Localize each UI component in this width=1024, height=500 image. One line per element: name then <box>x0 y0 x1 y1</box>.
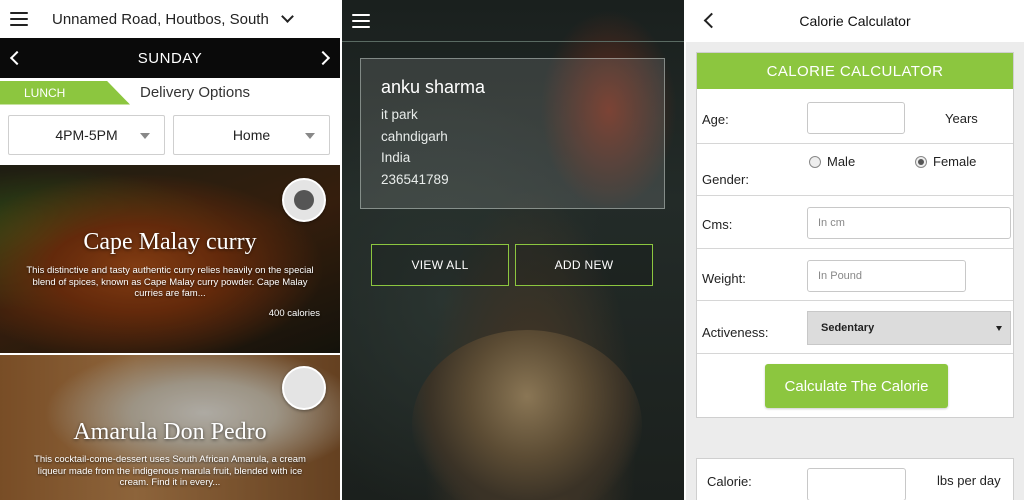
address-line: it park <box>381 107 418 122</box>
dropdown-icon <box>996 326 1002 331</box>
button-row: Calculate The Calorie <box>697 354 1013 420</box>
meal-tag[interactable]: LUNCH <box>0 80 130 105</box>
cms-label: Cms: <box>702 217 733 232</box>
weight-row: Weight: In Pound <box>697 249 1013 301</box>
calorie-unit: lbs per day <box>937 473 1001 488</box>
chevron-down-icon[interactable] <box>280 10 294 23</box>
food-card[interactable]: Cape Malay curry This distinctive and ta… <box>0 165 340 353</box>
food-title: Cape Malay curry <box>83 229 257 255</box>
gender-male-radio[interactable]: Male <box>809 154 855 169</box>
address-screen: anku sharma it park cahndigarh India 236… <box>342 0 684 500</box>
female-label: Female <box>933 154 977 169</box>
food-calories: 400 calories <box>268 308 320 319</box>
activeness-value: Sedentary <box>821 322 875 334</box>
height-row: Cms: In cm <box>697 196 1013 249</box>
result-row: Calorie: lbs per day <box>696 458 1014 500</box>
menu-icon[interactable] <box>10 12 28 26</box>
delivery-selects: 4PM-5PM Home <box>0 106 340 155</box>
address-line: 236541789 <box>381 171 449 187</box>
view-all-button[interactable]: VIEW ALL <box>371 244 509 286</box>
header: Calorie Calculator <box>686 0 1024 42</box>
time-slot-select[interactable]: 4PM-5PM <box>8 115 165 155</box>
address-line: India <box>381 150 411 165</box>
dropdown-icon <box>305 133 315 139</box>
food-title: Amarula Don Pedro <box>73 419 267 445</box>
radio-checked-icon <box>915 155 927 168</box>
top-bar <box>342 0 684 42</box>
delivery-place-value: Home <box>232 127 271 143</box>
gender-female-radio[interactable]: Female <box>915 154 976 169</box>
card-header: CALORIE CALCULATOR <box>697 53 1013 89</box>
chevron-left-icon[interactable] <box>9 50 25 66</box>
chevron-right-icon[interactable] <box>315 50 331 66</box>
food-description: This distinctive and tasty authentic cur… <box>26 265 314 299</box>
menu-screen: Unnamed Road, Houtbos, South SUNDAY LUNC… <box>0 0 340 500</box>
food-description: This cocktail-come-dessert uses South Af… <box>34 454 306 488</box>
add-new-button[interactable]: ADD NEW <box>515 244 653 286</box>
food-card[interactable]: Amarula Don Pedro This cocktail-come-des… <box>0 355 340 500</box>
male-label: Male <box>827 154 856 169</box>
dropdown-icon <box>140 133 150 139</box>
calorie-label: Calorie: <box>707 474 752 489</box>
food-select-radio[interactable] <box>282 366 326 410</box>
age-label: Age: <box>702 112 729 127</box>
menu-icon[interactable] <box>352 14 370 28</box>
activeness-label: Activeness: <box>702 325 769 340</box>
weight-label: Weight: <box>702 271 746 286</box>
day-selector: SUNDAY <box>0 38 340 78</box>
location-label[interactable]: Unnamed Road, Houtbos, South <box>52 11 269 28</box>
calculate-button[interactable]: Calculate The Calorie <box>765 364 948 408</box>
height-input[interactable]: In cm <box>807 207 1011 239</box>
weight-input[interactable]: In Pound <box>807 260 966 292</box>
day-label: SUNDAY <box>137 49 203 67</box>
activeness-select[interactable]: Sedentary <box>807 311 1011 345</box>
gender-row: Gender: Male Female <box>697 144 1013 196</box>
calorie-screen: Calorie Calculator CALORIE CALCULATOR Ag… <box>686 0 1024 500</box>
address-line: cahndigarh <box>381 128 448 144</box>
gender-label: Gender: <box>702 172 749 187</box>
activeness-row: Activeness: Sedentary <box>697 301 1013 354</box>
age-row: Age: Years <box>697 89 1013 144</box>
age-input[interactable] <box>807 102 905 134</box>
delivery-options-label: Delivery Options <box>140 84 251 101</box>
calculator-card: CALORIE CALCULATOR Age: Years Gender: Ma… <box>696 52 1014 418</box>
food-select-radio[interactable] <box>282 178 326 222</box>
location-bar: Unnamed Road, Houtbos, South <box>0 0 340 38</box>
delivery-place-select[interactable]: Home <box>173 115 330 155</box>
calorie-output <box>807 468 906 500</box>
years-label: Years <box>945 111 978 126</box>
address-name: anku sharma <box>381 77 486 97</box>
address-card[interactable]: anku sharma it park cahndigarh India 236… <box>360 58 665 209</box>
radio-icon <box>809 155 821 168</box>
meal-row: LUNCH Delivery Options <box>0 79 340 106</box>
time-slot-value: 4PM-5PM <box>55 127 118 143</box>
page-title: Calorie Calculator <box>799 13 911 29</box>
